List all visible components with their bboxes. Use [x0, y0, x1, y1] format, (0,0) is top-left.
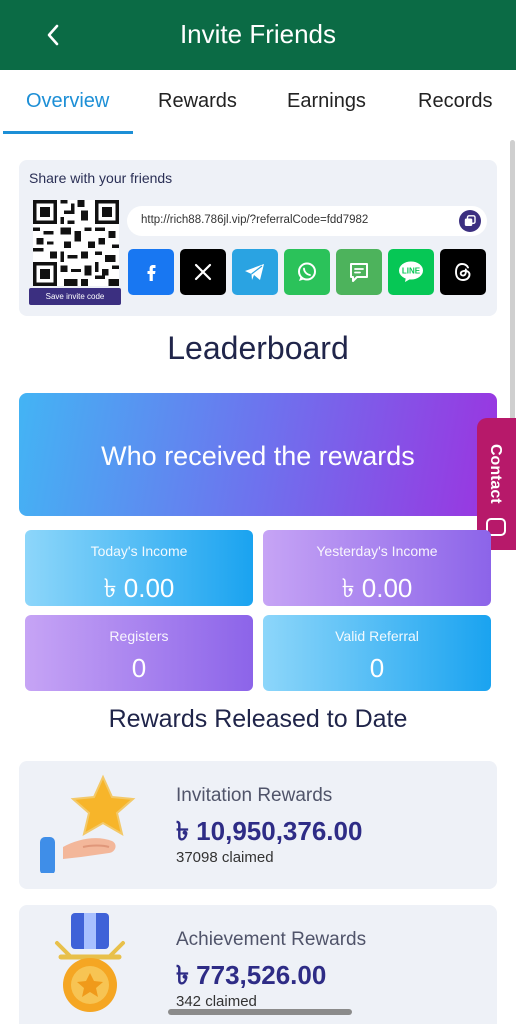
- stat-label: Registers: [109, 628, 169, 644]
- stat-value: ৳ 0.00: [341, 573, 413, 603]
- home-indicator: [168, 1009, 352, 1015]
- x-logo-icon: [194, 263, 212, 281]
- stat-value: ৳ 0.00: [103, 573, 175, 603]
- hand-star-icon: [40, 774, 136, 873]
- scrollbar[interactable]: [510, 140, 515, 440]
- line-label: LINE: [402, 267, 421, 276]
- rewards-released-title: Rewards Released to Date: [108, 705, 408, 733]
- invitation-rewards-card: Invitation Rewards ৳ 10,950,376.00 37098…: [19, 761, 497, 889]
- achievement-rewards-card: Achievement Rewards ৳ 773,526.00 342 cla…: [19, 905, 497, 1024]
- stat-label: Today's Income: [90, 543, 188, 559]
- rewards-banner[interactable]: Who received the rewards: [19, 393, 497, 516]
- leaderboard-title: Leaderboard: [167, 330, 349, 366]
- facebook-icon: [147, 265, 156, 281]
- app-header: Invite Friends: [0, 0, 516, 70]
- tab-earnings[interactable]: Earnings: [287, 90, 366, 113]
- threads-icon: [455, 263, 471, 281]
- share-sms-button[interactable]: [336, 249, 382, 295]
- share-title: Share with your friends: [29, 170, 173, 186]
- share-facebook-button[interactable]: [128, 249, 174, 295]
- page-title: Invite Friends: [179, 19, 337, 49]
- tab-bar: Overview Rewards Earnings Records: [0, 70, 516, 136]
- tab-overview[interactable]: Overview: [26, 90, 109, 113]
- share-telegram-button[interactable]: [232, 249, 278, 295]
- stat-value: 0: [369, 653, 385, 683]
- valid-referral-card: Valid Referral 0: [263, 615, 491, 691]
- referral-link-field[interactable]: http://rich88.786jl.vip/?referralCode=fd…: [127, 206, 487, 236]
- reward-name: Invitation Rewards: [176, 785, 333, 806]
- reward-name: Achievement Rewards: [176, 929, 367, 950]
- qr-code[interactable]: [33, 200, 119, 286]
- rewards-banner-text: Who received the rewards: [101, 441, 415, 471]
- today-income-card: Today's Income ৳ 0.00: [25, 530, 253, 606]
- share-x-button[interactable]: [180, 249, 226, 295]
- telegram-icon: [245, 264, 264, 280]
- stat-value: 0: [131, 653, 147, 683]
- active-tab-indicator: [3, 131, 133, 134]
- referral-link-text: http://rich88.786jl.vip/?referralCode=fd…: [141, 214, 369, 226]
- reward-claimed: 37098 claimed: [176, 849, 274, 866]
- copy-icon: [464, 215, 476, 226]
- line-icon: LINE: [399, 261, 423, 282]
- share-line-button[interactable]: LINE: [388, 249, 434, 295]
- yesterday-income-card: Yesterday's Income ৳ 0.00: [263, 530, 491, 606]
- reward-claimed: 342 claimed: [176, 993, 257, 1010]
- tab-rewards[interactable]: Rewards: [158, 90, 237, 113]
- tab-records[interactable]: Records: [418, 90, 492, 113]
- stat-label: Valid Referral: [335, 628, 419, 644]
- save-invite-code-button[interactable]: Save invite code: [29, 288, 121, 305]
- whatsapp-icon: [298, 262, 316, 281]
- contact-label: Contact: [487, 444, 504, 504]
- share-whatsapp-button[interactable]: [284, 249, 330, 295]
- message-icon: [350, 263, 368, 282]
- medal-icon: [55, 913, 125, 1012]
- stat-label: Yesterday's Income: [316, 543, 438, 559]
- share-card: Share with your friends Save invite code…: [19, 160, 497, 316]
- share-threads-button[interactable]: [440, 249, 486, 295]
- registers-card: Registers 0: [25, 615, 253, 691]
- copy-link-button[interactable]: [459, 210, 481, 232]
